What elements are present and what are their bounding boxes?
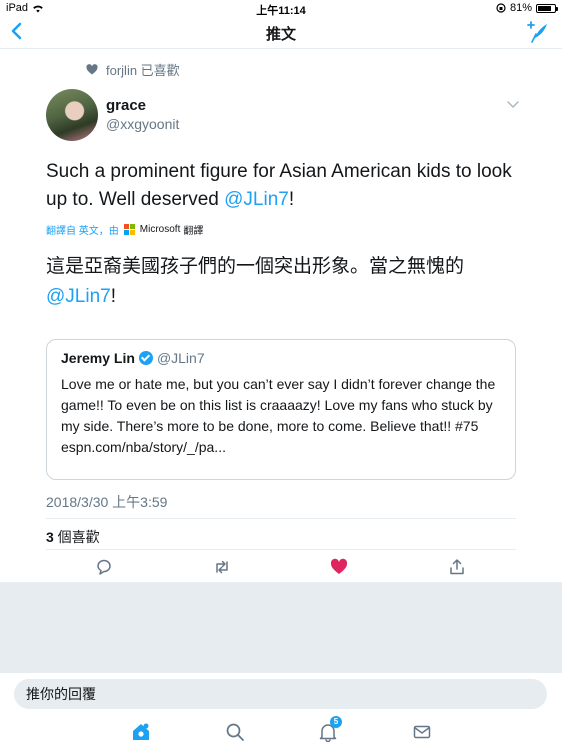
reply-bar bbox=[0, 672, 562, 715]
liked-heart-icon[interactable] bbox=[330, 558, 348, 576]
microsoft-logo-icon bbox=[123, 224, 135, 235]
likes-row[interactable]: 3 個喜歡 bbox=[46, 518, 516, 550]
page-title: 推文 bbox=[265, 26, 296, 43]
home-icon[interactable] bbox=[131, 722, 151, 742]
author-handle[interactable]: @xxgyoonit bbox=[106, 116, 179, 132]
tweet-text-tail: ! bbox=[288, 189, 295, 210]
verified-badge-icon bbox=[138, 351, 153, 365]
translated-tail: ! bbox=[110, 286, 116, 307]
notifications-badge: 5 bbox=[330, 716, 342, 728]
avatar[interactable] bbox=[46, 89, 98, 141]
heart-icon bbox=[86, 64, 98, 75]
messages-envelope-icon[interactable] bbox=[412, 722, 432, 742]
mention-link[interactable]: @JLin7 bbox=[224, 189, 289, 210]
empty-replies-area bbox=[0, 582, 562, 672]
tweet-text: Such a prominent figure for Asian Americ… bbox=[46, 158, 536, 214]
quoted-author-name: Jeremy Lin bbox=[61, 350, 135, 366]
quoted-author-handle: @JLin7 bbox=[156, 350, 205, 366]
chevron-down-icon[interactable] bbox=[506, 100, 520, 110]
likes-label: 個喜歡 bbox=[53, 529, 100, 545]
quoted-tweet-card[interactable]: Jeremy Lin @JLin7 Love me or hate me, bu… bbox=[46, 339, 516, 480]
translated-mention-link[interactable]: @JLin7 bbox=[46, 286, 111, 307]
likes-count: 3 bbox=[46, 529, 54, 545]
tweet-timestamp: 2018/3/30 上午3:59 bbox=[46, 494, 168, 510]
reply-icon[interactable] bbox=[95, 558, 113, 576]
quoted-text-body: Love me or hate me, but you can’t ever s… bbox=[61, 376, 496, 434]
reply-input[interactable] bbox=[14, 679, 547, 709]
quoted-link[interactable]: espn.com/nba/story/_/pa... bbox=[61, 439, 226, 455]
tab-bar bbox=[0, 714, 562, 750]
battery-percent: 81% bbox=[509, 2, 532, 14]
battery-icon bbox=[536, 3, 558, 13]
rotation-lock-icon bbox=[496, 3, 506, 13]
translated-body: 這是亞裔美國孩子們的一個突出形象。當之無愧的 bbox=[46, 256, 465, 277]
social-context-text: forjlin 已喜歡 bbox=[106, 63, 180, 78]
nav-bar: 推文 bbox=[0, 16, 562, 49]
author-name[interactable]: grace bbox=[106, 97, 146, 114]
search-icon[interactable] bbox=[225, 722, 245, 742]
status-bar: iPad 上午11:14 81% bbox=[0, 0, 562, 17]
quoted-author: Jeremy Lin @JLin7 bbox=[61, 350, 205, 366]
translated-text: 這是亞裔美國孩子們的一個突出形象。當之無愧的 @JLin7! bbox=[46, 252, 536, 312]
translate-suffix: 翻譯 bbox=[183, 226, 204, 237]
quoted-tweet-text: Love me or hate me, but you can’t ever s… bbox=[61, 374, 506, 458]
retweet-icon[interactable] bbox=[213, 558, 231, 576]
social-context: forjlin 已喜歡 bbox=[86, 60, 180, 79]
translate-provider: Microsoft bbox=[139, 224, 181, 235]
translate-label: 翻譯自 英文，由 bbox=[46, 226, 119, 237]
compose-tweet-icon[interactable] bbox=[526, 20, 550, 44]
share-icon[interactable] bbox=[448, 558, 466, 576]
translation-attribution[interactable]: 翻譯自 英文，由 Microsoft 翻譯 bbox=[46, 222, 203, 237]
